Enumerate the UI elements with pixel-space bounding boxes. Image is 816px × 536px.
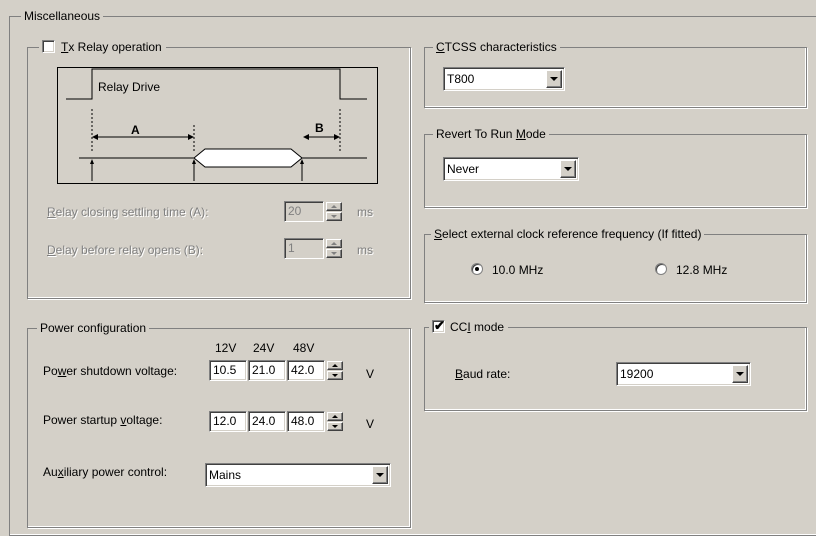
tx-relay-label: x Relay operation	[68, 40, 162, 54]
clock-10mhz-label[interactable]: 10.0 MHz	[492, 263, 543, 277]
timing-b-label: B	[315, 121, 324, 135]
shutdown-voltage-48v-input[interactable]: 42.0	[287, 360, 325, 381]
relay-closing-time-spinner[interactable]	[326, 201, 342, 222]
ctcss-title-key: C	[436, 40, 445, 54]
relay-open-text: elay before relay opens (B):	[55, 243, 204, 257]
revert-to-run-mode-title: Revert To Run Mode	[433, 127, 549, 141]
spin-down-icon[interactable]	[327, 371, 343, 380]
timing-a-label: A	[131, 123, 140, 137]
baud-label-text: aud rate:	[463, 367, 511, 381]
ctcss-value: T800	[447, 72, 475, 86]
relay-closing-time-label: Relay closing settling time (A):	[47, 205, 208, 219]
aux-label-pre: Au	[43, 465, 58, 479]
spin-up-icon[interactable]	[326, 202, 342, 211]
column-header-12v: 12V	[215, 341, 237, 355]
baud-rate-label: Baud rate:	[455, 367, 510, 381]
shutdown-label-pre: Po	[43, 364, 58, 378]
relay-open-delay-input[interactable]: 1	[284, 238, 324, 259]
clock-reference-title: Select external clock reference frequenc…	[431, 227, 705, 241]
checkmark-icon: ✔	[434, 318, 445, 333]
spin-down-icon[interactable]	[326, 249, 342, 258]
ctcss-title: CTCSS characteristics	[433, 40, 560, 54]
startup-voltage-spinner[interactable]	[327, 411, 343, 432]
relay-drive-label: Relay Drive	[98, 80, 161, 94]
startup-voltage-unit: V	[366, 417, 375, 431]
power-configuration-title: Power configuration	[37, 321, 150, 335]
relay-open-delay-unit: ms	[357, 243, 373, 257]
revert-to-run-mode-select[interactable]: Never	[443, 157, 579, 181]
spin-up-icon[interactable]	[326, 239, 342, 248]
spin-up-icon[interactable]	[327, 361, 343, 370]
auxiliary-power-control-value: Mains	[209, 468, 242, 482]
clock-12mhz-label[interactable]: 12.8 MHz	[676, 263, 727, 277]
column-header-24v: 24V	[253, 341, 275, 355]
cci-label-post: mode	[470, 320, 505, 334]
clock-12mhz-radio[interactable]	[655, 263, 667, 275]
relay-closing-time-unit: ms	[357, 205, 373, 219]
revert-title-post: ode	[525, 127, 546, 141]
miscellaneous-group-title: Miscellaneous	[21, 9, 104, 23]
clock-title-key: S	[434, 227, 443, 241]
power-startup-voltage-label: Power startup voltage:	[43, 413, 162, 427]
chevron-down-icon[interactable]	[732, 365, 748, 383]
radio-selected-dot	[475, 267, 479, 271]
startup-label-pre: Power startup	[43, 413, 121, 427]
startup-voltage-48v-input[interactable]: 48.0	[287, 411, 325, 432]
shutdown-voltage-12v-input[interactable]: 10.5	[209, 360, 247, 381]
spin-down-icon[interactable]	[327, 422, 343, 431]
shutdown-voltage-24v-input[interactable]: 21.0	[248, 360, 286, 381]
clock-title-text: elect external clock reference frequency…	[442, 227, 702, 241]
cci-mode-checkbox[interactable]: ✔	[432, 318, 445, 333]
spin-down-icon[interactable]	[326, 212, 342, 221]
relay-closing-text: elay closing settling time (A):	[55, 205, 209, 219]
startup-voltage-24v-input[interactable]: 24.0	[248, 411, 286, 432]
chevron-down-icon[interactable]	[372, 466, 388, 484]
relay-open-delay-spinner[interactable]	[326, 238, 342, 259]
baud-label-key: B	[455, 367, 464, 381]
startup-label-post: oltage:	[126, 413, 163, 427]
column-header-48v: 48V	[293, 341, 315, 355]
startup-voltage-12v-input[interactable]: 12.0	[209, 411, 247, 432]
cci-mode-checkbox-row[interactable]: ✔ CCI mode	[429, 318, 509, 334]
shutdown-label-post: er shutdown voltage:	[66, 364, 178, 378]
revert-title-pre: Revert To Run	[436, 127, 516, 141]
auxiliary-power-control-label: Auxiliary power control:	[43, 465, 167, 479]
power-shutdown-voltage-label: Power shutdown voltage:	[43, 364, 177, 378]
clock-10mhz-radio[interactable]	[471, 263, 483, 275]
ctcss-select[interactable]: T800	[443, 67, 565, 91]
ctcss-title-text: TCSS characteristics	[444, 40, 557, 54]
revert-to-run-mode-value: Never	[447, 162, 480, 176]
shutdown-voltage-unit: V	[366, 367, 375, 381]
relay-open-delay-label: Delay before relay opens (B):	[47, 243, 203, 257]
baud-rate-value: 19200	[620, 367, 654, 381]
tx-relay-checkbox[interactable]	[42, 40, 55, 53]
chevron-down-icon[interactable]	[546, 70, 562, 88]
aux-label-post: iliary power control:	[63, 465, 168, 479]
relay-closing-time-input[interactable]: 20	[284, 201, 324, 222]
tx-relay-checkbox-row[interactable]: Tx Relay operation	[39, 40, 166, 54]
chevron-down-icon[interactable]	[560, 160, 576, 178]
spin-up-icon[interactable]	[327, 412, 343, 421]
relay-closing-key: R	[47, 205, 56, 219]
shutdown-voltage-spinner[interactable]	[327, 360, 343, 381]
relay-open-key: D	[47, 243, 56, 257]
cci-label-pre: CC	[450, 320, 468, 334]
baud-rate-select[interactable]: 19200	[616, 362, 751, 386]
revert-title-key: M	[515, 127, 526, 141]
auxiliary-power-control-select[interactable]: Mains	[205, 463, 391, 487]
